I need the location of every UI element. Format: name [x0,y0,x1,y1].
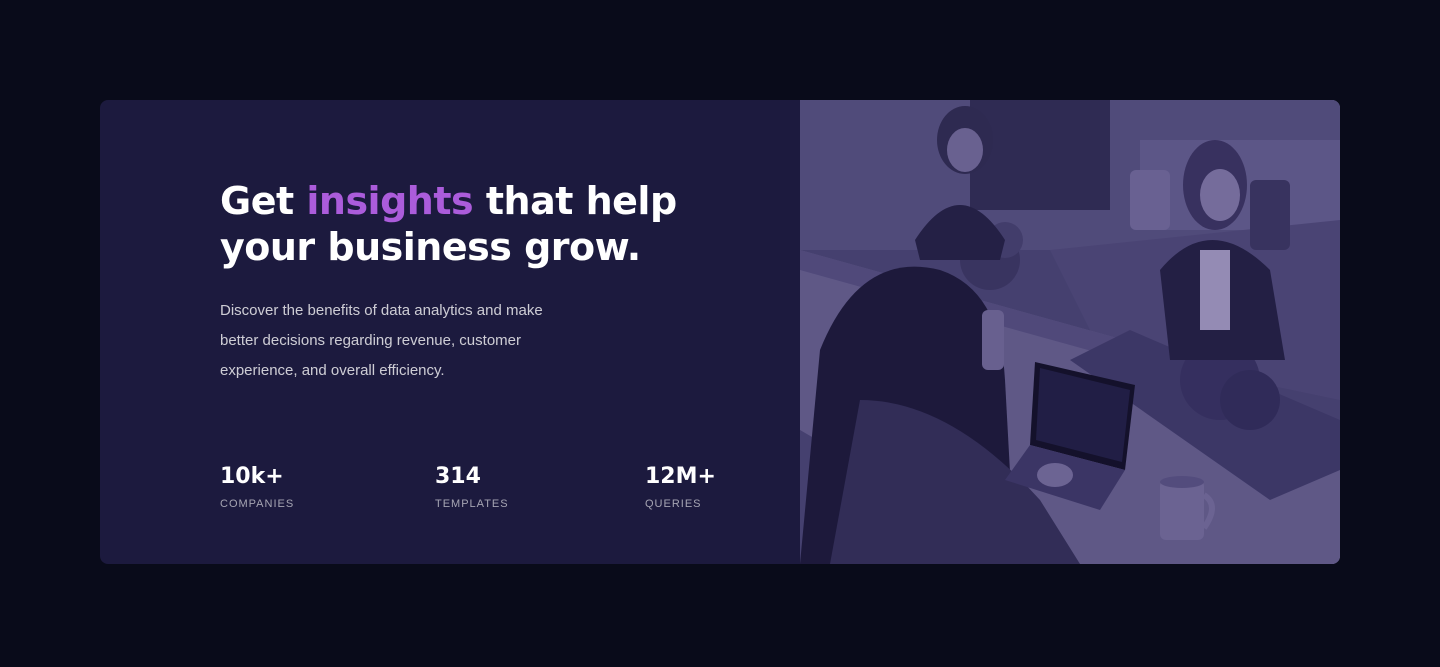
office-photo [800,100,1340,564]
stat-label: TEMPLATES [435,498,509,510]
title-accent: insights [306,179,474,223]
stat-queries: 12M+ QUERIES [645,462,716,510]
photo-overlay [800,100,1340,564]
stat-label: COMPANIES [220,498,295,510]
stat-companies: 10k+ COMPANIES [220,462,294,510]
stat-value: 12M+ [645,464,716,489]
page-title: Get insights that help your business gro… [220,178,760,270]
stat-label: QUERIES [645,498,702,510]
card-description: Discover the benefits of data analytics … [220,302,543,379]
stat-value: 314 [435,464,481,489]
stat-templates: 314 TEMPLATES [435,462,509,510]
stat-value: 10k+ [220,464,284,489]
stats-preview-card: Get insights that help your business gro… [100,100,1340,564]
card-content: Get insights that help your business gro… [100,100,800,564]
title-before: Get [220,179,307,223]
